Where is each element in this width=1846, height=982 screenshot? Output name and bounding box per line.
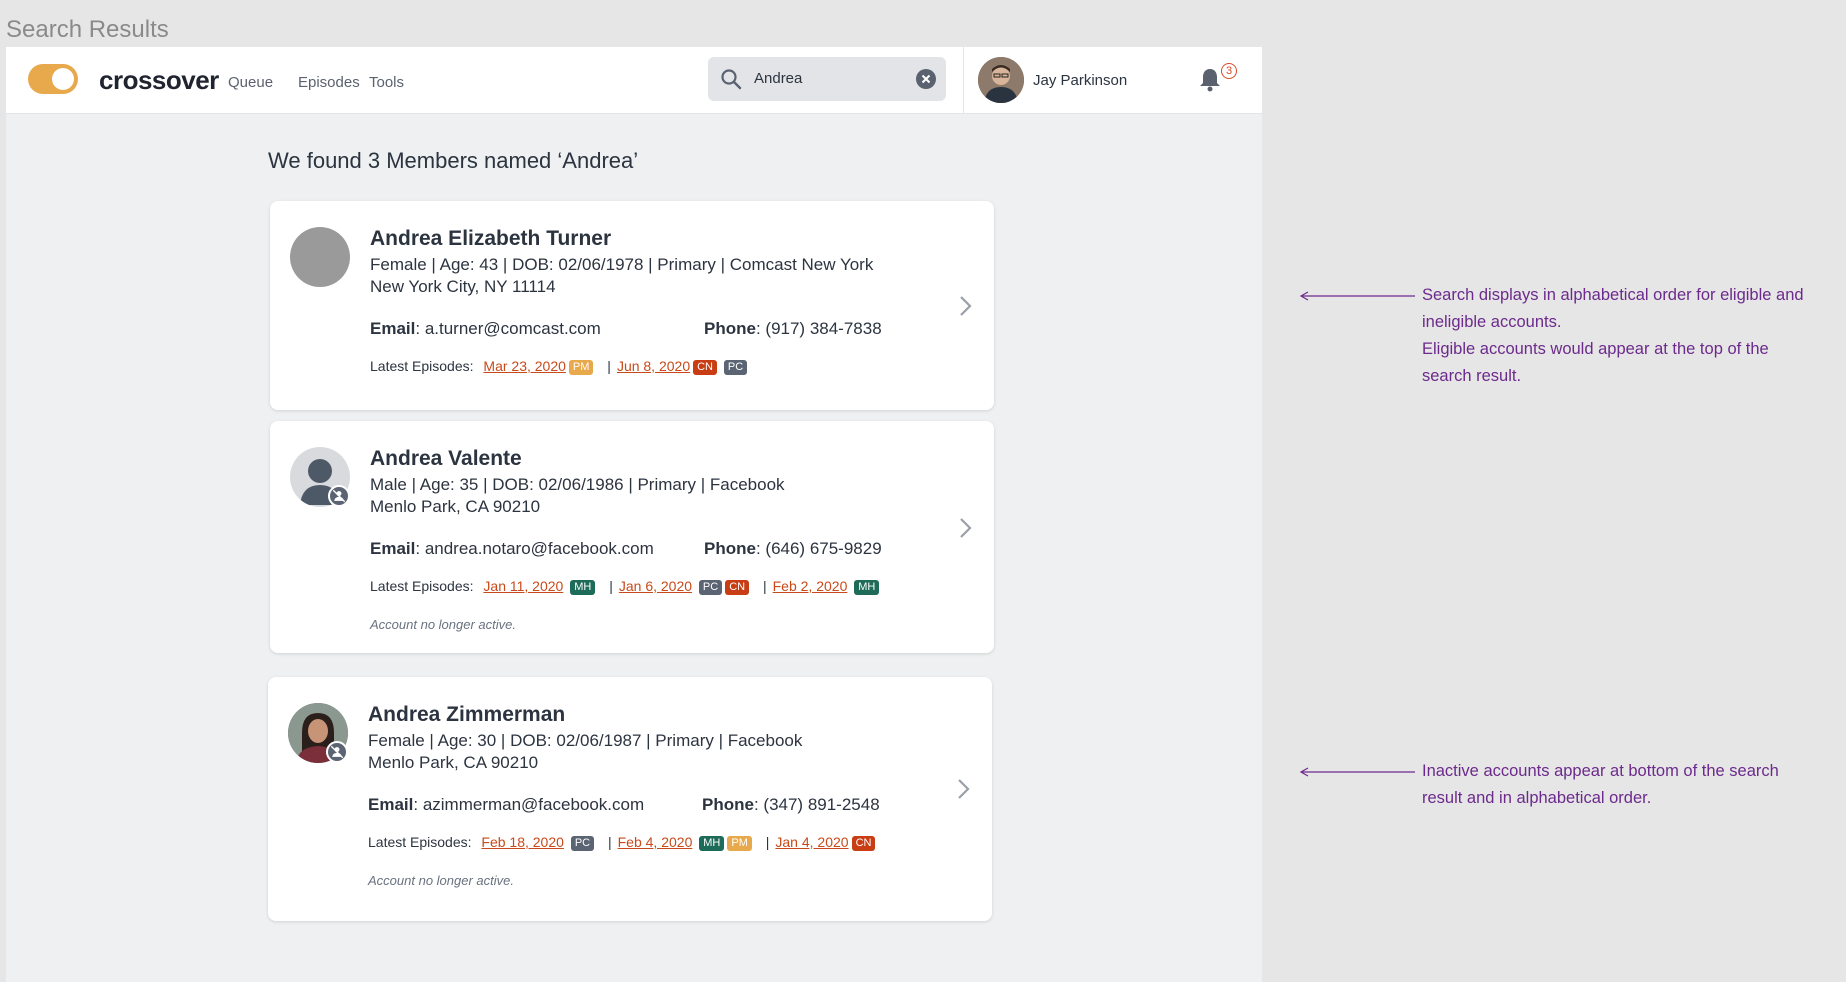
search-input[interactable]: Andrea	[754, 70, 802, 87]
toggle-knob	[52, 68, 74, 90]
phone-label: Phone	[704, 539, 756, 558]
episode-tag: MH	[699, 836, 725, 851]
episodes-label: Latest Episodes:	[368, 834, 472, 850]
nav-tools[interactable]: Tools	[369, 74, 404, 91]
member-phone: Phone: (917) 384-7838	[704, 319, 882, 338]
brand-name: crossover	[99, 65, 219, 95]
episode-tag: PM	[727, 836, 752, 851]
member-info: Female | Age: 30 | DOB: 02/06/1987 | Pri…	[368, 731, 803, 750]
episode-tag: PC	[698, 580, 723, 595]
chevron-right-icon[interactable]	[956, 778, 970, 800]
member-name: Andrea Zimmerman	[368, 703, 566, 726]
latest-episodes: Latest Episodes: Jan 11, 2020 MH | Jan 6,…	[370, 578, 880, 595]
member-card[interactable]: Andrea Elizabeth Turner Female | Age: 43…	[270, 201, 994, 410]
email-value: a.turner@comcast.com	[424, 319, 601, 338]
member-name: Andrea Elizabeth Turner	[370, 227, 612, 250]
email-label: Email	[368, 795, 414, 814]
app-window: crossover Queue Episodes Tools Andrea Ja…	[6, 47, 1262, 982]
episodes-label: Latest Episodes:	[370, 578, 474, 594]
email-value: andrea.notaro@facebook.com	[424, 539, 654, 558]
annotation-inactive: Inactive accounts appear at bottom of th…	[1422, 758, 1779, 812]
episode-tag: PC	[723, 360, 748, 375]
top-bar: crossover Queue Episodes Tools Andrea Ja…	[6, 47, 1262, 114]
phone-value: (917) 384-7838	[765, 319, 882, 338]
annotation-line: ineligible accounts.	[1422, 313, 1562, 331]
frame-title: Search Results	[6, 16, 169, 43]
user-photo	[978, 57, 1024, 103]
notification-count: 3	[1221, 63, 1237, 79]
phone-label: Phone	[702, 795, 754, 814]
annotation-line: Search displays in alphabetical order fo…	[1422, 286, 1804, 304]
episode-separator: |	[607, 834, 612, 850]
annotation-arrow-icon	[1299, 291, 1415, 301]
episode-date-link[interactable]: Jan 11, 2020	[483, 578, 563, 594]
phone-label: Phone	[704, 319, 756, 338]
chevron-right-icon[interactable]	[958, 517, 972, 539]
annotation-line: Inactive accounts appear at bottom of th…	[1422, 762, 1779, 780]
member-name: Andrea Valente	[370, 447, 522, 470]
annotation-line: search result.	[1422, 367, 1522, 385]
phone-value: (347) 891-2548	[763, 795, 880, 814]
clear-icon[interactable]	[916, 69, 936, 89]
episode-date-link[interactable]: Feb 2, 2020	[773, 578, 848, 594]
email-value: azimmerman@facebook.com	[422, 795, 645, 814]
member-email: Email: a.turner@comcast.com	[370, 319, 601, 338]
annotation-arrow-icon	[1299, 767, 1415, 777]
member-address: Menlo Park, CA 90210	[370, 497, 541, 516]
annotation-sort-order: Search displays in alphabetical order fo…	[1422, 282, 1804, 390]
episode-separator: |	[765, 834, 770, 850]
episode-date-link[interactable]: Feb 4, 2020	[618, 834, 693, 850]
member-card[interactable]: Andrea Valente Male | Age: 35 | DOB: 02/…	[270, 421, 994, 653]
search-icon	[721, 69, 742, 90]
account-status: Account no longer active.	[368, 873, 514, 888]
member-email: Email: andrea.notaro@facebook.com	[370, 539, 654, 558]
episode-tag: CN	[851, 836, 876, 851]
episode-tag: MH	[570, 580, 596, 595]
latest-episodes: Latest Episodes: Mar 23, 2020 PM | Jun 8, …	[370, 358, 748, 375]
search-box[interactable]: Andrea	[708, 57, 946, 101]
bell-icon[interactable]	[1198, 67, 1222, 93]
member-address: New York City, NY 11114	[370, 277, 556, 296]
user-name[interactable]: Jay Parkinson	[1033, 72, 1127, 89]
nav-queue[interactable]: Queue	[228, 74, 273, 91]
avatar	[290, 227, 350, 287]
episode-date-link[interactable]: Jan 6, 2020	[619, 578, 692, 594]
account-status: Account no longer active.	[370, 617, 516, 632]
episode-tag: MH	[854, 580, 880, 595]
episode-date-link[interactable]: Jan 4, 2020	[775, 834, 848, 850]
episode-separator: |	[762, 578, 767, 594]
episode-tag: PM	[568, 360, 594, 375]
episode-date-link[interactable]: Feb 18, 2020	[481, 834, 564, 850]
member-info: Female | Age: 43 | DOB: 02/06/1978 | Pri…	[370, 255, 874, 274]
header-divider	[963, 47, 964, 113]
episode-date-link[interactable]: Jun 8, 2020	[617, 358, 690, 374]
results-heading: We found 3 Members named ‘Andrea’	[268, 148, 639, 173]
episode-tag: CN	[693, 360, 717, 375]
episode-tag: CN	[725, 580, 750, 595]
email-label: Email	[370, 539, 416, 558]
nav-episodes[interactable]: Episodes	[298, 74, 360, 91]
latest-episodes: Latest Episodes: Feb 18, 2020 PC | Feb 4,…	[368, 834, 876, 851]
email-label: Email	[370, 319, 416, 338]
episode-date-link[interactable]: Mar 23, 2020	[483, 358, 566, 374]
member-card[interactable]: Andrea Zimmerman Female | Age: 30 | DOB:…	[268, 677, 992, 921]
chevron-right-icon[interactable]	[958, 295, 972, 317]
user-avatar[interactable]	[978, 57, 1024, 103]
episode-separator: |	[607, 358, 611, 374]
episodes-label: Latest Episodes:	[370, 358, 474, 374]
episode-separator: |	[609, 578, 613, 594]
phone-value: (646) 675-9829	[765, 539, 882, 558]
inactive-badge-icon	[326, 741, 348, 763]
inactive-badge-icon	[328, 485, 350, 507]
member-address: Menlo Park, CA 90210	[368, 753, 539, 772]
member-phone: Phone: (646) 675-9829	[704, 539, 882, 558]
member-info: Male | Age: 35 | DOB: 02/06/1986 | Prima…	[370, 475, 785, 494]
member-phone: Phone: (347) 891-2548	[702, 795, 880, 814]
member-email: Email: azimmerman@facebook.com	[368, 795, 645, 814]
annotation-line: result and in alphabetical order.	[1422, 789, 1652, 807]
logo-toggle[interactable]	[28, 64, 78, 94]
episode-tag: PC	[570, 836, 595, 851]
annotation-line: Eligible accounts would appear at the to…	[1422, 340, 1769, 358]
